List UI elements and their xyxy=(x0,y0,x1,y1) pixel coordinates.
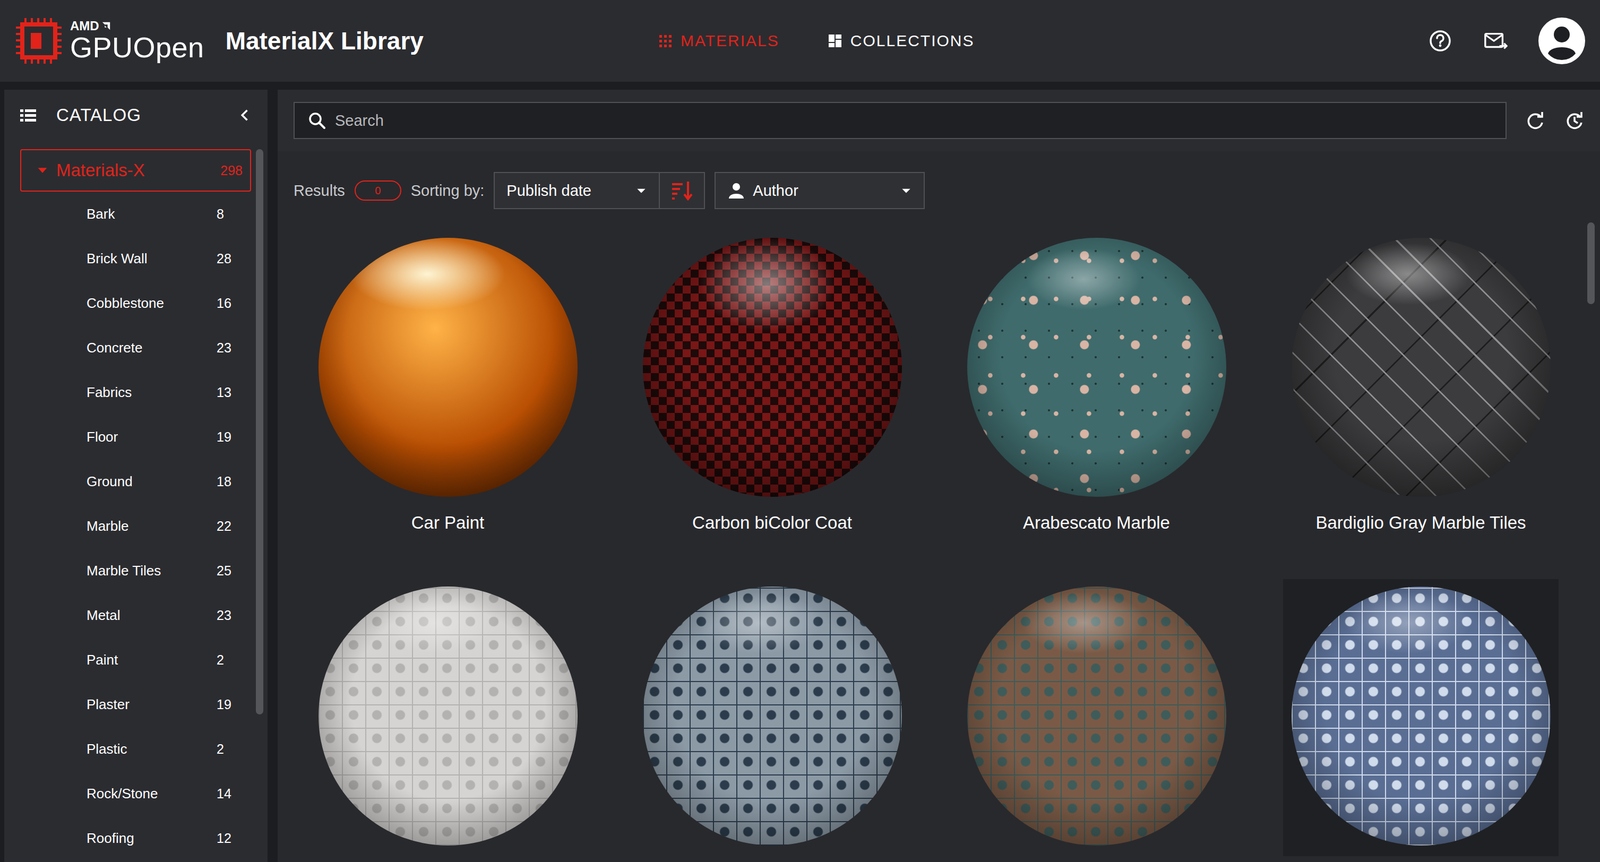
catalog-header: CATALOG xyxy=(4,89,268,141)
app-title: MaterialX Library xyxy=(225,26,424,56)
category-item[interactable]: Marble Tiles 25 xyxy=(4,548,268,593)
results-count-badge: 0 xyxy=(354,180,402,201)
materials-panel: Search Results 0 Sorting by: Publish dat… xyxy=(277,89,1600,862)
material-preview xyxy=(1291,237,1551,497)
material-name: Car Paint xyxy=(411,512,485,533)
results-toolbar: Results 0 Sorting by: Publish date Autho… xyxy=(277,151,1600,210)
top-bar: AMD GPUOpen MaterialX Library MATERIALS … xyxy=(0,0,1600,82)
material-name: Bardiglio Gray Marble Tiles xyxy=(1315,512,1526,533)
category-list: Bark 8Brick Wall 28Cobblestone 16Concret… xyxy=(4,191,268,861)
material-card[interactable] xyxy=(958,579,1235,857)
material-card[interactable]: Arabescato Marble xyxy=(958,230,1235,544)
grid-scrollbar[interactable] xyxy=(1587,222,1595,305)
material-preview xyxy=(967,237,1227,497)
category-item[interactable]: Ground 18 xyxy=(4,459,268,504)
help-icon[interactable] xyxy=(1428,29,1453,53)
materials-grid: Car Paint Carbon biColor Coat Arabescato… xyxy=(277,230,1600,857)
category-item[interactable]: Concrete 23 xyxy=(4,325,268,371)
category-item[interactable]: Fabrics 13 xyxy=(4,370,268,415)
material-card[interactable] xyxy=(310,579,586,857)
material-card[interactable]: Carbon biColor Coat xyxy=(634,230,910,544)
category-item[interactable]: Brick Wall 28 xyxy=(4,236,268,281)
category-item[interactable]: Metal 23 xyxy=(4,592,268,638)
material-preview xyxy=(967,586,1227,846)
material-name: Arabescato Marble xyxy=(1022,512,1171,533)
category-item[interactable]: Bark 8 xyxy=(4,191,268,237)
material-preview xyxy=(1291,586,1551,846)
category-item[interactable]: Cobblestone 16 xyxy=(4,280,268,326)
material-name: Carbon biColor Coat xyxy=(692,512,853,533)
sort-descending-icon xyxy=(670,179,694,202)
sort-field-dropdown[interactable]: Publish date xyxy=(493,171,660,210)
chip-logo-icon xyxy=(14,16,63,65)
history-refresh-icon[interactable] xyxy=(1563,109,1586,132)
user-icon xyxy=(727,181,746,200)
nav-item[interactable]: COLLECTIONS xyxy=(827,31,975,50)
category-item[interactable]: Plaster 19 xyxy=(4,682,268,727)
material-preview xyxy=(318,237,578,497)
material-preview xyxy=(642,586,902,846)
category-item[interactable]: Plastic 2 xyxy=(4,726,268,772)
search-field[interactable]: Search xyxy=(293,101,1507,140)
refresh-icon[interactable] xyxy=(1524,109,1546,132)
sidebar-scrollbar[interactable] xyxy=(255,149,264,715)
search-icon xyxy=(307,110,327,131)
category-item[interactable]: Paint 2 xyxy=(4,637,268,683)
dropdown-caret-icon xyxy=(900,184,913,197)
amd-arrow-icon xyxy=(101,21,111,31)
list-icon xyxy=(19,107,38,124)
user-avatar-icon[interactable] xyxy=(1538,17,1586,65)
brand-name: GPUOpen xyxy=(70,32,205,63)
results-label: Results xyxy=(293,182,346,200)
category-item[interactable]: Roofing 12 xyxy=(4,815,268,861)
main-nav: MATERIALS COLLECTIONS xyxy=(657,31,975,50)
material-card[interactable]: Bardiglio Gray Marble Tiles xyxy=(1283,230,1559,544)
mail-icon[interactable] xyxy=(1483,29,1508,53)
category-item[interactable]: Marble 22 xyxy=(4,503,268,549)
material-card[interactable] xyxy=(634,579,910,857)
expand-caret-icon xyxy=(36,164,49,177)
category-item[interactable]: Rock/Stone 14 xyxy=(4,771,268,816)
sort-direction-button[interactable] xyxy=(659,171,705,210)
sorting-label: Sorting by: xyxy=(410,182,485,200)
category-item[interactable]: Floor 19 xyxy=(4,414,268,460)
page: AMD GPUOpen MaterialX Library MATERIALS … xyxy=(0,0,1600,862)
dashboard-icon xyxy=(827,32,843,49)
material-card[interactable] xyxy=(1283,579,1559,857)
amd-label: AMD xyxy=(70,19,205,33)
collapse-chevron-icon[interactable] xyxy=(237,107,253,123)
dropdown-caret-icon xyxy=(635,184,648,197)
brand[interactable]: AMD GPUOpen MaterialX Library xyxy=(14,16,658,65)
catalog-root[interactable]: Materials-X 298 xyxy=(20,149,252,192)
nav-item[interactable]: MATERIALS xyxy=(657,31,780,50)
author-dropdown[interactable]: Author xyxy=(714,171,925,210)
grid-dots-icon xyxy=(657,32,674,49)
material-preview xyxy=(318,586,578,846)
material-preview xyxy=(642,237,902,497)
catalog-sidebar: CATALOG Materials-X 298 Bark 8Brick Wall… xyxy=(4,89,268,862)
material-card[interactable]: Car Paint xyxy=(310,230,586,544)
